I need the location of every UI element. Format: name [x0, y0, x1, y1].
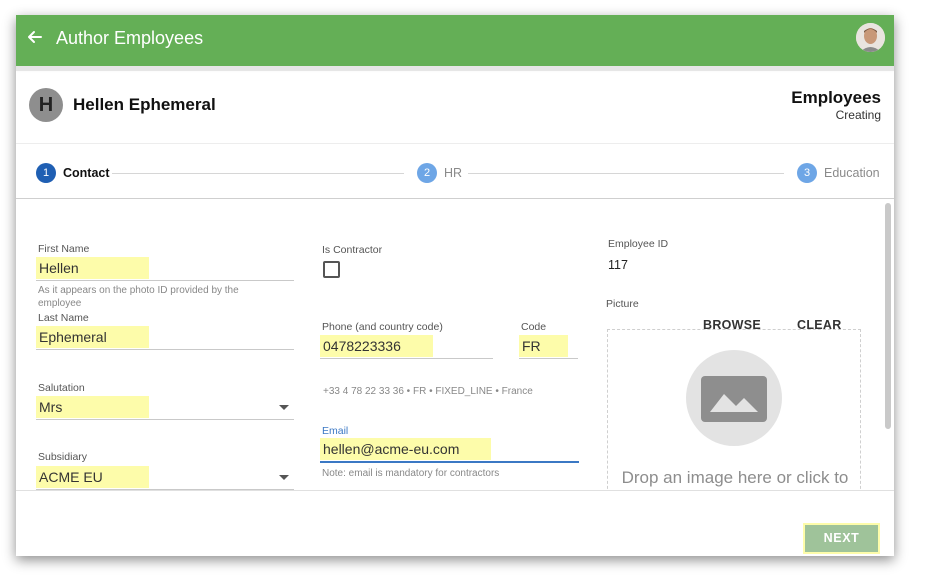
next-button[interactable]: NEXT: [803, 523, 880, 554]
chevron-down-icon[interactable]: [279, 475, 289, 480]
image-dropzone[interactable]: Drop an image here or click to: [607, 329, 861, 490]
salutation-underline: [36, 419, 294, 420]
first-name-underline: [36, 280, 294, 281]
record-name: Hellen Ephemeral: [73, 95, 216, 114]
code-underline: [519, 358, 578, 359]
email-label: Email: [322, 425, 349, 437]
salutation-select[interactable]: Mrs: [36, 396, 149, 418]
image-placeholder-icon: [701, 376, 767, 422]
form-content: First Name Hellen As it appears on the p…: [16, 200, 894, 490]
first-name-label: First Name: [38, 243, 90, 255]
subsidiary-label: Subsidiary: [38, 451, 88, 463]
email-helper: Note: email is mandatory for contractors: [322, 468, 500, 479]
first-name-field[interactable]: Hellen: [36, 257, 149, 279]
salutation-label: Salutation: [38, 382, 85, 394]
step-contact-label[interactable]: Contact: [63, 166, 110, 180]
step-connector: [112, 173, 404, 174]
picture-label: Picture: [606, 298, 639, 310]
avatar-image: [856, 23, 885, 52]
step-1-number[interactable]: 1: [36, 163, 56, 183]
step-hr-label[interactable]: HR: [444, 166, 462, 180]
app-bar: Author Employees: [16, 15, 894, 66]
last-name-field[interactable]: Ephemeral: [36, 326, 149, 348]
phone-helper: +33 4 78 22 33 36 • FR • FIXED_LINE • Fr…: [323, 386, 533, 397]
employee-id-value: 117: [608, 258, 628, 272]
entity-title: Employees: [791, 88, 881, 107]
first-name-helper: As it appears on the photo ID provided b…: [38, 285, 239, 309]
image-placeholder-circle: [686, 350, 782, 446]
phone-label: Phone (and country code): [322, 321, 443, 333]
is-contractor-checkbox[interactable]: [323, 261, 340, 278]
country-code-field[interactable]: FR: [519, 335, 568, 357]
phone-underline: [320, 358, 493, 359]
last-name-underline: [36, 349, 294, 350]
email-underline-focused: [320, 461, 579, 463]
app-title: Author Employees: [56, 28, 204, 48]
last-name-label: Last Name: [38, 312, 89, 324]
dropzone-text: Drop an image here or click to: [621, 468, 849, 487]
user-avatar[interactable]: [856, 23, 885, 52]
phone-field[interactable]: 0478223336: [320, 335, 433, 357]
step-3-number[interactable]: 3: [797, 163, 817, 183]
is-contractor-label: Is Contractor: [322, 244, 383, 256]
employee-id-label: Employee ID: [608, 238, 669, 250]
chevron-down-icon[interactable]: [279, 405, 289, 410]
stepper: 1 Contact 2 HR 3 Education: [16, 144, 894, 199]
entity-state: Creating: [835, 108, 881, 122]
record-header: H Hellen Ephemeral Employees Creating: [16, 71, 894, 144]
step-2-number[interactable]: 2: [417, 163, 437, 183]
app-window: Author Employees H Hellen Ephemeral Empl…: [16, 15, 894, 556]
step-education-label[interactable]: Education: [824, 166, 880, 180]
step-connector: [468, 173, 784, 174]
arrow-left-icon[interactable]: [25, 27, 45, 47]
vertical-scrollbar[interactable]: [885, 203, 891, 429]
record-avatar: H: [29, 88, 63, 122]
email-field[interactable]: hellen@acme-eu.com: [320, 438, 491, 460]
subsidiary-select[interactable]: ACME EU: [36, 466, 149, 488]
code-label: Code: [521, 321, 547, 333]
footer-bar: NEXT: [16, 490, 894, 556]
